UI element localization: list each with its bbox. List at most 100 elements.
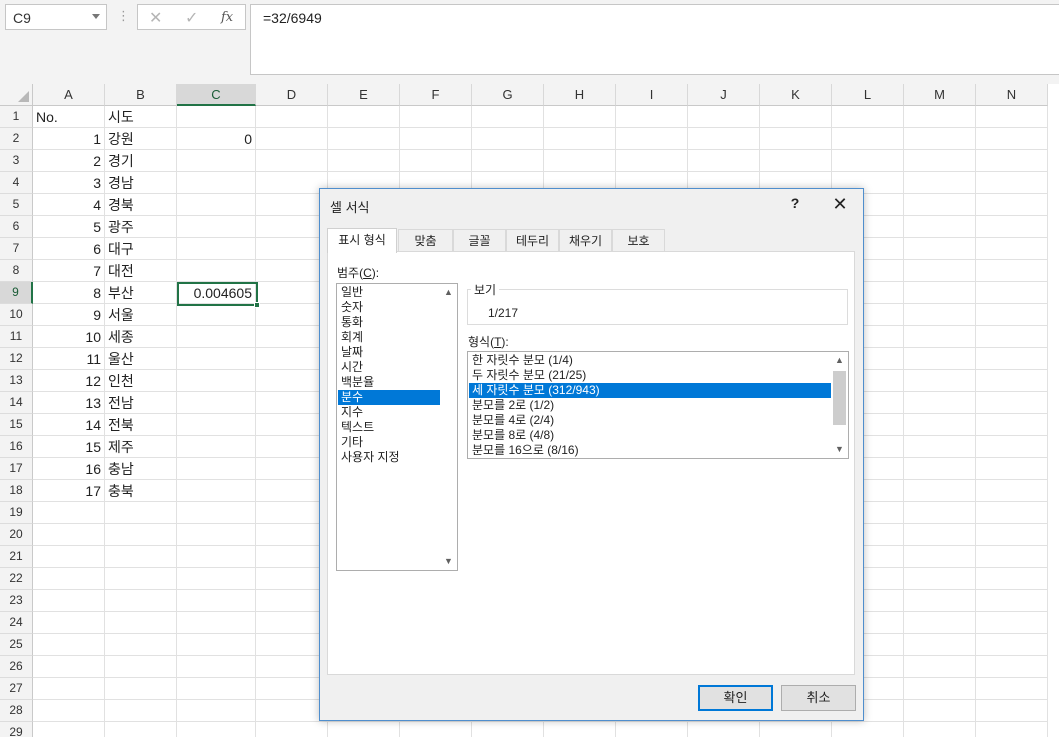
row-header-25[interactable]: 25 xyxy=(0,634,33,656)
cell-n11[interactable] xyxy=(976,326,1048,348)
cell-n7[interactable] xyxy=(976,238,1048,260)
cell-a26[interactable] xyxy=(33,656,105,678)
row-header-13[interactable]: 13 xyxy=(0,370,33,392)
cell-m22[interactable] xyxy=(904,568,976,590)
cell-m17[interactable] xyxy=(904,458,976,480)
category-item[interactable]: 텍스트 xyxy=(338,420,440,435)
tab-alignment[interactable]: 맞춤 xyxy=(398,229,453,252)
cell-c22[interactable] xyxy=(177,568,256,590)
cell-c3[interactable] xyxy=(177,150,256,172)
fill-handle[interactable] xyxy=(254,302,260,308)
cell-a21[interactable] xyxy=(33,546,105,568)
row-header-19[interactable]: 19 xyxy=(0,502,33,524)
tab-protection[interactable]: 보호 xyxy=(612,229,665,252)
cell-m6[interactable] xyxy=(904,216,976,238)
cell-a7[interactable]: 6 xyxy=(33,238,105,260)
cell-d19[interactable] xyxy=(256,502,328,524)
category-item[interactable]: 숫자 xyxy=(338,300,440,315)
column-header-b[interactable]: B xyxy=(105,84,177,106)
cell-a2[interactable]: 1 xyxy=(33,128,105,150)
cell-c6[interactable] xyxy=(177,216,256,238)
cell-c10[interactable] xyxy=(177,304,256,326)
cell-m3[interactable] xyxy=(904,150,976,172)
cell-b15[interactable]: 전북 xyxy=(105,414,177,436)
type-list[interactable]: 한 자릿수 분모 (1/4) 두 자릿수 분모 (21/25) 세 자릿수 분모 (… xyxy=(467,351,849,459)
cell-f2[interactable] xyxy=(400,128,472,150)
cell-c5[interactable] xyxy=(177,194,256,216)
cell-d14[interactable] xyxy=(256,392,328,414)
cell-d6[interactable] xyxy=(256,216,328,238)
cell-d29[interactable] xyxy=(256,722,328,737)
cell-n26[interactable] xyxy=(976,656,1048,678)
row-header-8[interactable]: 8 xyxy=(0,260,33,282)
cell-m29[interactable] xyxy=(904,722,976,737)
cell-c19[interactable] xyxy=(177,502,256,524)
cell-m1[interactable] xyxy=(904,106,976,128)
cell-b27[interactable] xyxy=(105,678,177,700)
column-header-c[interactable]: C xyxy=(177,84,256,106)
cell-n1[interactable] xyxy=(976,106,1048,128)
cell-i3[interactable] xyxy=(616,150,688,172)
cell-d5[interactable] xyxy=(256,194,328,216)
column-header-e[interactable]: E xyxy=(328,84,400,106)
cell-b6[interactable]: 광주 xyxy=(105,216,177,238)
cell-n20[interactable] xyxy=(976,524,1048,546)
cell-b7[interactable]: 대구 xyxy=(105,238,177,260)
cell-n4[interactable] xyxy=(976,172,1048,194)
cell-m15[interactable] xyxy=(904,414,976,436)
cell-h1[interactable] xyxy=(544,106,616,128)
cell-e2[interactable] xyxy=(328,128,400,150)
cell-b11[interactable]: 세종 xyxy=(105,326,177,348)
row-header-4[interactable]: 4 xyxy=(0,172,33,194)
row-header-23[interactable]: 23 xyxy=(0,590,33,612)
scroll-thumb[interactable] xyxy=(833,371,846,425)
cell-b1[interactable]: 시도 xyxy=(105,106,177,128)
select-all-button[interactable] xyxy=(0,84,33,106)
cell-n22[interactable] xyxy=(976,568,1048,590)
cell-j3[interactable] xyxy=(688,150,760,172)
cell-b13[interactable]: 인천 xyxy=(105,370,177,392)
type-item[interactable]: 분모를 2로 (1/2) xyxy=(469,398,831,413)
cell-c4[interactable] xyxy=(177,172,256,194)
cell-f1[interactable] xyxy=(400,106,472,128)
cell-e29[interactable] xyxy=(328,722,400,737)
cell-n15[interactable] xyxy=(976,414,1048,436)
row-header-11[interactable]: 11 xyxy=(0,326,33,348)
cell-d4[interactable] xyxy=(256,172,328,194)
row-header-14[interactable]: 14 xyxy=(0,392,33,414)
row-header-6[interactable]: 6 xyxy=(0,216,33,238)
cell-a3[interactable]: 2 xyxy=(33,150,105,172)
cell-n17[interactable] xyxy=(976,458,1048,480)
column-header-f[interactable]: F xyxy=(400,84,472,106)
cell-j1[interactable] xyxy=(688,106,760,128)
cell-a13[interactable]: 12 xyxy=(33,370,105,392)
row-header-9[interactable]: 9 xyxy=(0,282,33,304)
cell-a29[interactable] xyxy=(33,722,105,737)
cell-c28[interactable] xyxy=(177,700,256,722)
category-item[interactable]: 지수 xyxy=(338,405,440,420)
cell-a27[interactable] xyxy=(33,678,105,700)
name-box[interactable]: C9 xyxy=(5,4,107,30)
check-icon[interactable]: ✓ xyxy=(185,8,198,28)
cell-a22[interactable] xyxy=(33,568,105,590)
cell-a23[interactable] xyxy=(33,590,105,612)
cell-j2[interactable] xyxy=(688,128,760,150)
category-list[interactable]: 일반 숫자 통화 회계 날짜 시간 백분율 분수 지수 텍스트 기타 사용자 지정 ▲ ▼ xyxy=(336,283,458,571)
cell-m12[interactable] xyxy=(904,348,976,370)
cell-g29[interactable] xyxy=(472,722,544,737)
cell-c13[interactable] xyxy=(177,370,256,392)
cell-d21[interactable] xyxy=(256,546,328,568)
column-header-a[interactable]: A xyxy=(33,84,105,106)
fx-icon[interactable]: fx xyxy=(221,10,233,25)
cell-d18[interactable] xyxy=(256,480,328,502)
row-header-24[interactable]: 24 xyxy=(0,612,33,634)
cell-a5[interactable]: 4 xyxy=(33,194,105,216)
cell-e3[interactable] xyxy=(328,150,400,172)
cell-b23[interactable] xyxy=(105,590,177,612)
cell-d28[interactable] xyxy=(256,700,328,722)
type-item[interactable]: 한 자릿수 분모 (1/4) xyxy=(469,353,831,368)
cell-a10[interactable]: 9 xyxy=(33,304,105,326)
cell-m25[interactable] xyxy=(904,634,976,656)
cell-d17[interactable] xyxy=(256,458,328,480)
cell-a12[interactable]: 11 xyxy=(33,348,105,370)
